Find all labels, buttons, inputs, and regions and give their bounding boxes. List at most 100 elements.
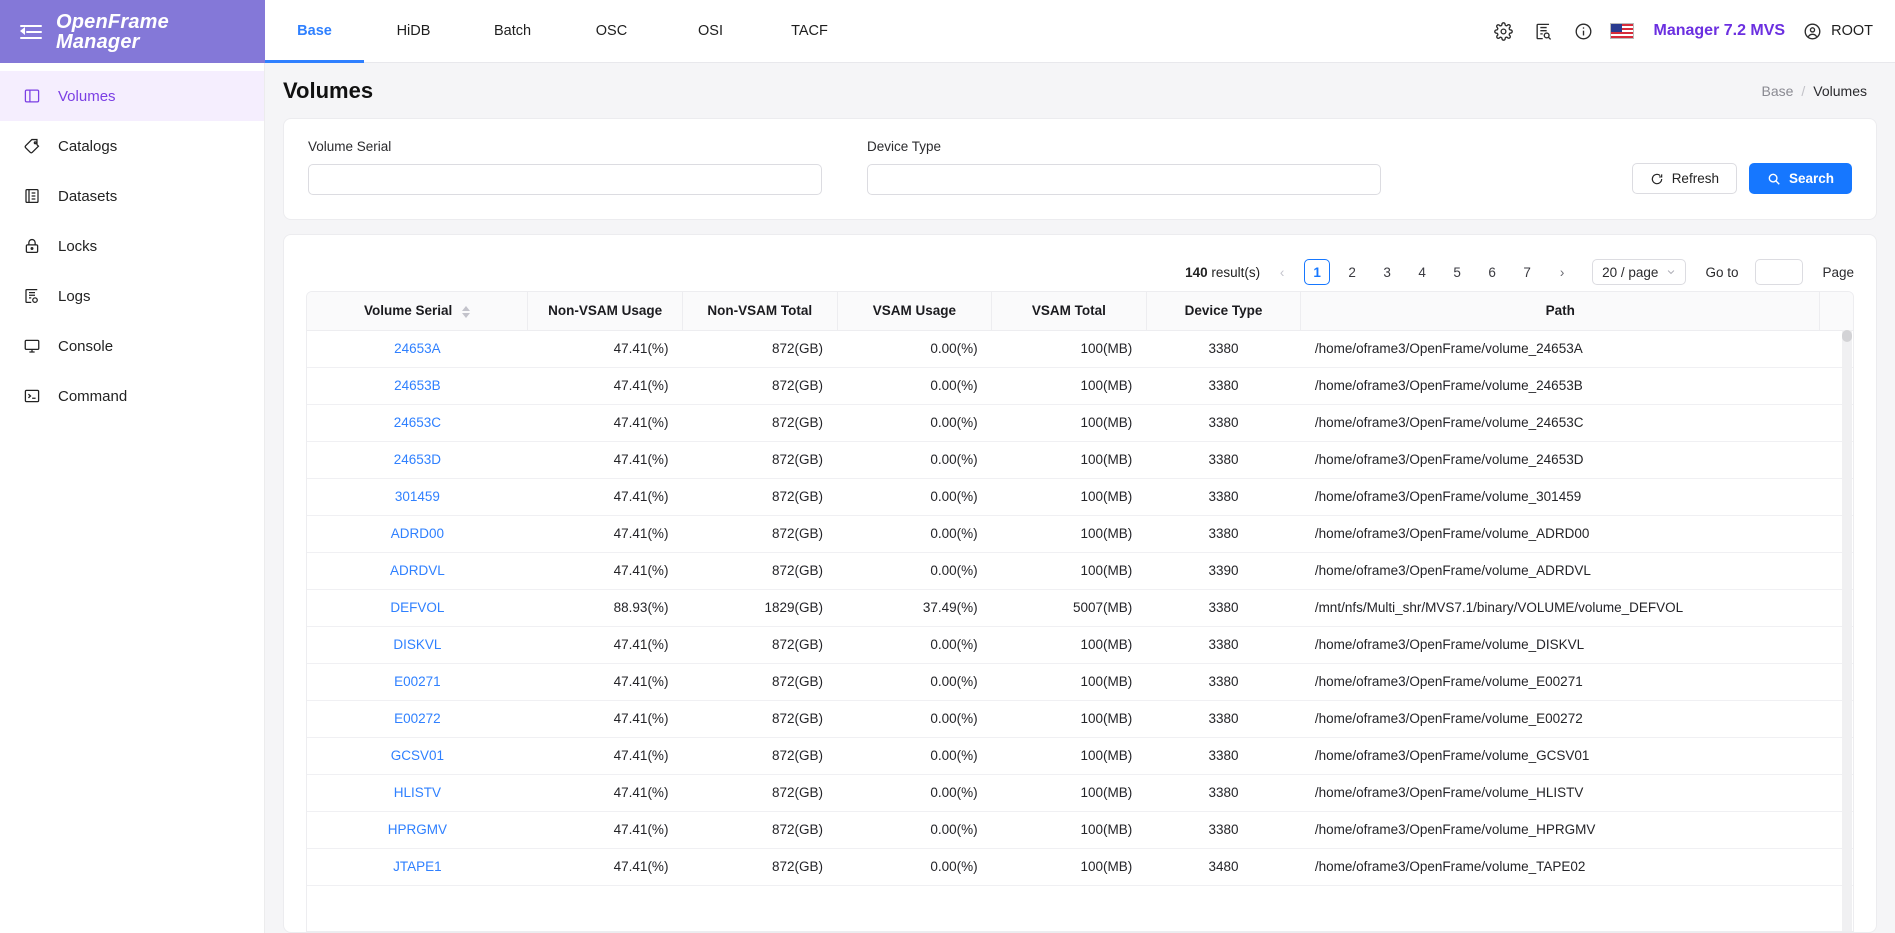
sort-toggle-icon[interactable] [462,306,470,318]
cell-vsam_usage: 37.49(%) [837,589,992,626]
cell-path: /home/oframe3/OpenFrame/volume_DISKVL [1301,626,1820,663]
tab-osc[interactable]: OSC [562,0,661,62]
cell-nonvsam_total: 872(GB) [682,626,837,663]
cell-serial[interactable]: 24653C [307,404,528,441]
tab-hidb[interactable]: HiDB [364,0,463,62]
cell-serial[interactable]: GCSV01 [307,737,528,774]
cell-nonvsam_total: 872(GB) [682,404,837,441]
sidebar-item-console[interactable]: Console [0,321,264,371]
tab-label: TACF [791,23,828,39]
pagination-page-2[interactable]: 2 [1339,259,1365,285]
sidebar-item-volumes[interactable]: Volumes [0,71,264,121]
tab-tacf[interactable]: TACF [760,0,859,62]
cell-vsam_total: 100(MB) [992,552,1147,589]
sidebar-item-datasets[interactable]: Datasets [0,171,264,221]
cell-vsam_total: 5007(MB) [992,589,1147,626]
pagination-next[interactable]: › [1549,259,1575,285]
sidebar-item-locks[interactable]: Locks [0,221,264,271]
sidebar-item-label: Command [58,388,127,405]
cell-nonvsam_total: 872(GB) [682,663,837,700]
cell-vsam_total: 100(MB) [992,478,1147,515]
column-header-spacer [1820,292,1853,330]
sidebar-item-logs[interactable]: Logs [0,271,264,321]
pagination-page-1[interactable]: 1 [1304,259,1330,285]
log-search-icon[interactable] [1524,11,1564,51]
goto-page-input[interactable] [1755,259,1803,285]
us-flag-icon[interactable] [1610,23,1634,39]
cell-serial[interactable]: HLISTV [307,774,528,811]
cell-serial[interactable]: 24653A [307,330,528,367]
manager-version-label: Manager 7.2 MVS [1654,22,1786,40]
table-scroll-container: Volume SerialNon-VSAM UsageNon-VSAM Tota… [306,291,1854,932]
cell-serial[interactable]: ADRDVL [307,552,528,589]
pagination-prev[interactable]: ‹ [1269,259,1295,285]
cell-path: /mnt/nfs/Multi_shr/MVS7.1/binary/VOLUME/… [1301,589,1820,626]
cell-device_type: 3380 [1146,441,1301,478]
device-type-input[interactable] [867,164,1381,195]
gear-icon[interactable] [1484,11,1524,51]
cell-serial[interactable]: JTAPE1 [307,848,528,885]
cell-path: /home/oframe3/OpenFrame/volume_TAPE02 [1301,848,1820,885]
cell-vsam_usage: 0.00(%) [837,441,992,478]
cell-vsam_usage: 0.00(%) [837,367,992,404]
cell-device_type: 3380 [1146,367,1301,404]
cell-serial[interactable]: 301459 [307,478,528,515]
table-row: 24653D47.41(%)872(GB)0.00(%)100(MB)3380/… [307,441,1853,478]
cell-serial[interactable]: DISKVL [307,626,528,663]
table-vertical-scrollbar[interactable] [1842,330,1852,931]
cell-vsam_total: 100(MB) [992,626,1147,663]
search-button[interactable]: Search [1749,163,1852,194]
cell-vsam_usage: 0.00(%) [837,404,992,441]
info-icon[interactable] [1564,11,1604,51]
cell-path: /home/oframe3/OpenFrame/volume_HPRGMV [1301,811,1820,848]
cell-vsam_total: 100(MB) [992,737,1147,774]
page-size-select[interactable]: 20 / page [1592,259,1686,285]
breadcrumb-root[interactable]: Base [1761,83,1793,99]
cell-path: /home/oframe3/OpenFrame/volume_24653C [1301,404,1820,441]
pagination-page-4[interactable]: 4 [1409,259,1435,285]
top-bar-actions: Manager 7.2 MVS ROOT [1484,0,1895,62]
device-type-field: Device Type [867,139,1381,195]
volume-serial-input[interactable] [308,164,822,195]
user-menu[interactable]: ROOT [1803,22,1873,41]
tab-label: Batch [494,23,531,39]
scrollbar-thumb[interactable] [1842,330,1852,342]
cell-vsam_total: 100(MB) [992,700,1147,737]
column-header-label: Non-VSAM Total [707,303,812,318]
sidebar-item-command[interactable]: Command [0,371,264,421]
tab-base[interactable]: Base [265,0,364,62]
search-label: Search [1789,171,1834,186]
column-header-vsam_usage: VSAM Usage [837,292,992,330]
pagination-page-5[interactable]: 5 [1444,259,1470,285]
tab-batch[interactable]: Batch [463,0,562,62]
body-area: VolumesCatalogsDatasets Locks LogsConsole C… [0,63,1895,933]
pagination-page-6[interactable]: 6 [1479,259,1505,285]
cell-serial[interactable]: 24653D [307,441,528,478]
volume-serial-label: Volume Serial [308,139,822,154]
results-panel: 140 result(s) ‹ 1234567 › 20 / page Go t… [283,234,1877,933]
cell-device_type: 3380 [1146,811,1301,848]
cell-serial[interactable]: DEFVOL [307,589,528,626]
pagination-page-7[interactable]: 7 [1514,259,1540,285]
refresh-button[interactable]: Refresh [1632,163,1737,194]
brand-title: OpenFrame Manager [56,12,169,52]
sidebar-item-label: Locks [58,238,97,255]
pagination-page-3[interactable]: 3 [1374,259,1400,285]
cell-device_type: 3380 [1146,330,1301,367]
brand-title-line1: OpenFrame [56,12,169,32]
cell-serial[interactable]: E00271 [307,663,528,700]
tab-osi[interactable]: OSI [661,0,760,62]
cell-serial[interactable]: ADRD00 [307,515,528,552]
cell-serial[interactable]: E00272 [307,700,528,737]
cell-vsam_total: 100(MB) [992,367,1147,404]
cell-serial[interactable]: HPRGMV [307,811,528,848]
table-row: DISKVL47.41(%)872(GB)0.00(%)100(MB)3380/… [307,626,1853,663]
column-header-serial[interactable]: Volume Serial [307,292,528,330]
cell-path: /home/oframe3/OpenFrame/volume_301459 [1301,478,1820,515]
menu-toggle-icon[interactable] [20,23,42,41]
cell-nonvsam_total: 1829(GB) [682,589,837,626]
result-label: result(s) [1211,265,1260,280]
tab-label: OSC [596,23,627,39]
sidebar-item-catalogs[interactable]: Catalogs [0,121,264,171]
cell-serial[interactable]: 24653B [307,367,528,404]
